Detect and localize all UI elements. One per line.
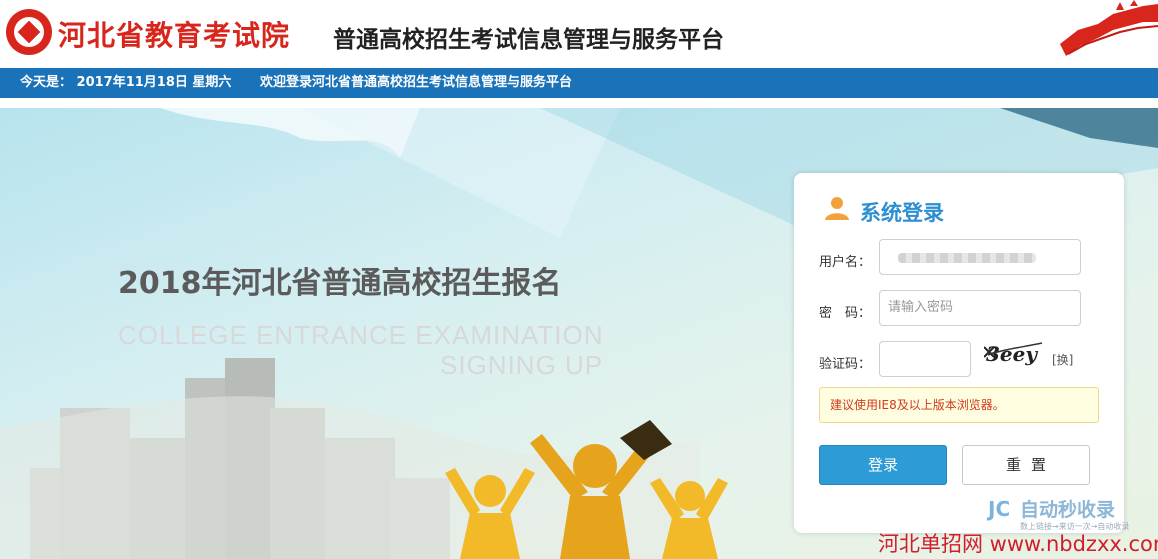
english-caption-line1: COLLEGE ENTRANCE EXAMINATION — [118, 320, 604, 350]
login-panel: 系统登录 用户名： 密 码： 请输入密码 验证码： 3eey [换] 建议使用I… — [794, 173, 1124, 533]
header: 河北省教育考试院 普通高校招生考试信息管理与服务平台 — [0, 0, 1158, 68]
platform-subtitle: 普通高校招生考试信息管理与服务平台 — [333, 27, 724, 53]
captcha-field[interactable] — [879, 341, 971, 377]
user-icon — [825, 197, 849, 220]
password-field[interactable]: 请输入密码 — [879, 290, 1081, 326]
captcha-image[interactable]: 3eey — [984, 341, 1044, 367]
username-label: 用户名： — [819, 255, 872, 270]
browser-tip: 建议使用IE8及以上版本浏览器。 — [819, 387, 1099, 423]
username-field[interactable] — [879, 239, 1081, 275]
info-bar: 今天是： 2017年11月18日 星期六 欢迎登录河北省普通高校招生考试信息管理… — [0, 68, 1158, 98]
refresh-captcha-link[interactable]: [换] — [1052, 351, 1073, 368]
site-watermark: 河北单招网 www.nbdzxx.com — [878, 532, 1158, 556]
current-date: 今天是： 2017年11月18日 星期六 — [20, 75, 232, 90]
username-value-redacted — [898, 253, 1036, 263]
brand-title: 河北省教育考试院 — [58, 19, 291, 52]
badge-logo-icon: JC — [988, 497, 1011, 521]
logo-icon — [6, 9, 52, 55]
login-title: 系统登录 — [860, 201, 944, 225]
reset-button[interactable]: 重置 — [962, 445, 1090, 485]
badge-text: 自动秒收录 — [1020, 499, 1116, 521]
welcome-message: 欢迎登录河北省普通高校招生考试信息管理与服务平台 — [260, 75, 573, 90]
login-button[interactable]: 登录 — [819, 445, 947, 485]
registration-title: 2018年河北省普通高校招生报名 — [118, 266, 562, 301]
captcha-label: 验证码： — [819, 357, 872, 372]
password-label: 密 码： — [819, 306, 872, 321]
great-wall-icon — [1060, 0, 1158, 56]
english-caption-line2: SIGNING UP — [440, 350, 604, 380]
